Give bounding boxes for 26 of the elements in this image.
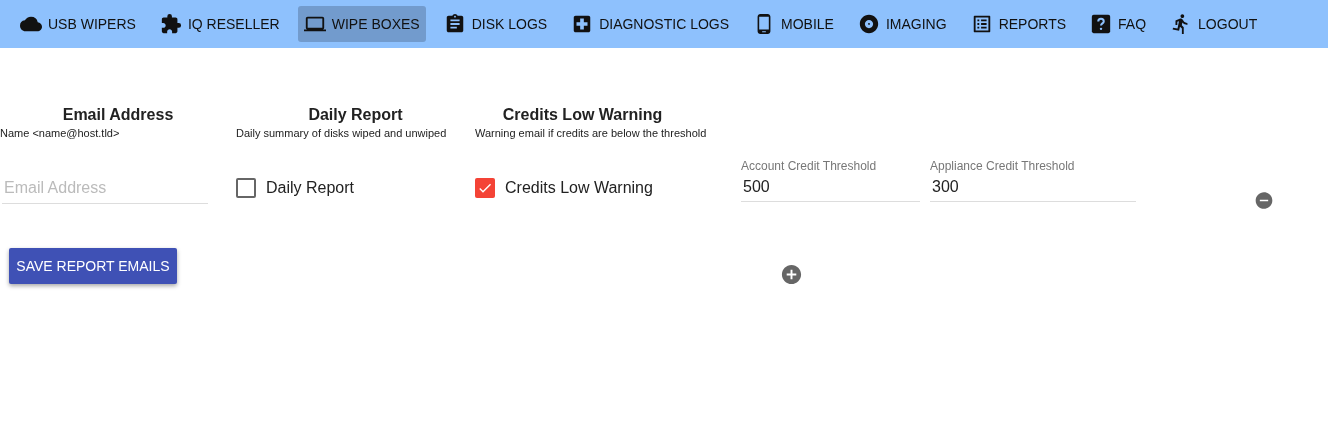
nav-tab[interactable]: WIPE BOXES <box>297 6 426 42</box>
column-subtitle: Daily summary of disks wiped and unwiped <box>236 127 447 139</box>
nav-tab[interactable]: USB WIPERS <box>14 6 142 42</box>
column-title: Email Address <box>62 106 174 124</box>
field-label: Account Credit Threshold <box>741 159 878 173</box>
checkbox[interactable] <box>475 178 495 198</box>
puzzle-icon <box>159 13 182 35</box>
field-label: Appliance Credit Threshold <box>930 159 1076 173</box>
nav-tab[interactable]: IMAGING <box>851 6 953 42</box>
column-title: Credits Low Warning <box>502 106 663 124</box>
remove-icon[interactable] <box>1254 189 1274 212</box>
checkbox-label: Daily Report <box>266 179 355 197</box>
nav-tab[interactable]: FAQ <box>1084 6 1153 42</box>
save-button[interactable]: SAVE REPORT EMAILS <box>9 248 177 284</box>
nav-tab[interactable]: LOGOUT <box>1164 6 1264 42</box>
column-title: Daily Report <box>308 106 403 124</box>
help-icon <box>1090 13 1113 35</box>
column-subtitle: Warning email if credits are below the threshold <box>475 127 707 139</box>
nav-tab[interactable]: DIAGNOSTIC LOGS <box>565 6 736 42</box>
nav-tab[interactable]: REPORTS <box>964 6 1073 42</box>
nav-tab[interactable]: IQ RESELLER <box>153 6 286 42</box>
nav-tab[interactable]: MOBILE <box>747 6 840 42</box>
column-subtitle: Name <name@host.tld> <box>0 127 120 139</box>
nav-tab[interactable]: DISK LOGS <box>437 6 554 42</box>
checkbox[interactable] <box>236 178 256 198</box>
checkbox-label: Credits Low Warning <box>505 179 653 197</box>
